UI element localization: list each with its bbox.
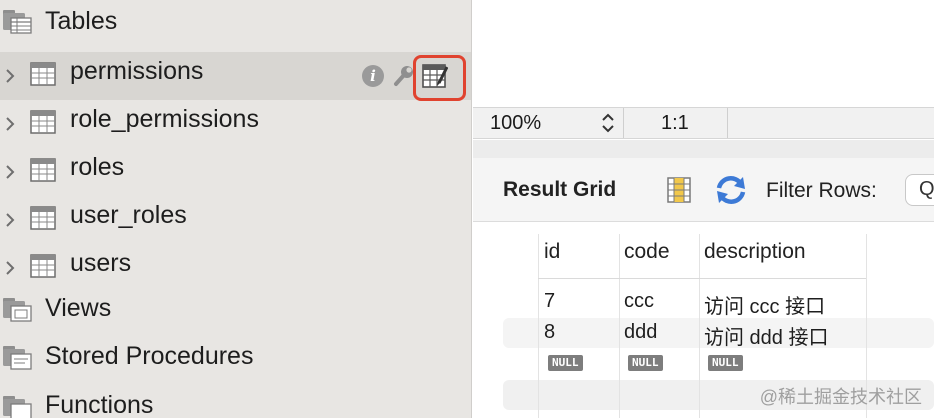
table-icon [30,206,56,230]
columns-icon[interactable] [665,176,693,204]
tables-folder-icon [3,10,32,34]
null-badge[interactable]: NULL [548,355,583,371]
column-divider [699,234,700,418]
table-icon [30,62,56,86]
chevron-right-icon[interactable] [4,116,16,132]
cell-id[interactable]: 8 [544,321,555,344]
table-grid-icon[interactable] [422,64,448,88]
stepper-arrows-icon[interactable] [600,111,616,135]
null-badge[interactable]: NULL [628,355,663,371]
table-row-user-roles[interactable]: user_roles [0,196,471,244]
schema-navigator: Tables permissions i role_permissions ro… [0,0,472,418]
zoom-value: 100% [490,112,542,134]
table-label-permissions: permissions [70,57,204,85]
table-icon [30,158,56,182]
header-divider [538,278,866,279]
table-row-roles[interactable]: roles [0,148,471,196]
views-folder-label: Views [45,294,112,322]
table-icon [30,110,56,134]
table-label-role-permissions: role_permissions [70,105,259,133]
result-grid-toolbar: Result Grid Filter Rows: Q [473,158,934,222]
column-header-code[interactable]: code [624,240,670,264]
refresh-icon[interactable] [714,174,748,206]
watermark: @稀土掘金技术社区 [759,387,922,407]
cell-code[interactable]: ddd [624,321,657,344]
cell-description[interactable]: 访问 ccc 接口 [704,290,825,319]
cell-id[interactable]: 7 [544,290,555,313]
zoom-select[interactable]: 100% [473,108,624,138]
procedures-folder-label: Stored Procedures [45,342,254,370]
ratio-value: 1:1 [661,112,689,134]
result-grid-title: Result Grid [503,178,617,201]
table-label-roles: roles [70,153,125,181]
tables-folder-row[interactable]: Tables [0,0,471,45]
chevron-right-icon[interactable] [4,164,16,180]
column-divider [619,234,620,418]
info-icon[interactable]: i [362,65,384,87]
filter-rows-label: Filter Rows: [766,179,877,202]
functions-folder-row[interactable]: Functions [0,381,471,418]
ratio-cell[interactable]: 1:1 [624,108,728,138]
chevron-right-icon[interactable] [4,212,16,228]
chevron-right-icon[interactable] [4,68,16,84]
cell-code[interactable]: ccc [624,290,654,313]
null-badge[interactable]: NULL [708,355,743,371]
chevron-right-icon[interactable] [4,260,16,276]
views-folder-icon [3,298,32,322]
query-result-panel: 100% 1:1 Result Grid Filter Rows: Q id c… [473,0,934,418]
procedures-folder-icon [3,346,32,370]
filter-rows-input[interactable]: Q [905,174,934,206]
zoom-bar: 100% 1:1 [473,107,934,139]
table-row-permissions[interactable]: permissions i [0,52,471,101]
column-divider [538,234,539,418]
views-folder-row[interactable]: Views [0,285,471,333]
table-label-users: users [70,249,132,277]
table-row-role-permissions[interactable]: role_permissions [0,100,471,148]
functions-folder-label: Functions [45,391,154,418]
table-label-user-roles: user_roles [70,201,187,229]
column-header-id[interactable]: id [544,240,560,264]
panel-divider [473,140,934,158]
table-icon [30,254,56,278]
functions-folder-icon [3,396,32,418]
cell-description[interactable]: 访问 ddd 接口 [704,321,828,350]
tables-folder-label: Tables [45,6,118,35]
procedures-folder-row[interactable]: Stored Procedures [0,333,471,381]
filter-rows-placeholder: Q [919,178,934,200]
column-header-description[interactable]: description [704,240,806,264]
